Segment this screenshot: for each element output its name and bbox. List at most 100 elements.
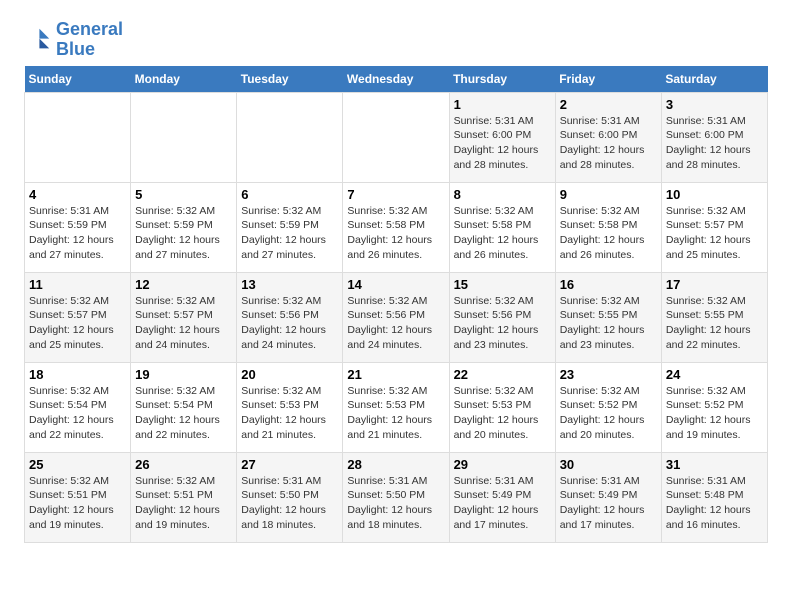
day-number: 16 — [560, 277, 657, 292]
day-number: 6 — [241, 187, 338, 202]
day-info: Sunrise: 5:32 AM Sunset: 5:56 PM Dayligh… — [241, 294, 338, 353]
calendar-cell: 14 Sunrise: 5:32 AM Sunset: 5:56 PM Dayli… — [343, 272, 449, 362]
day-info: Sunrise: 5:32 AM Sunset: 5:55 PM Dayligh… — [560, 294, 657, 353]
day-info: Sunrise: 5:31 AM Sunset: 5:49 PM Dayligh… — [454, 474, 551, 533]
calendar-cell — [343, 92, 449, 182]
day-info: Sunrise: 5:32 AM Sunset: 5:52 PM Dayligh… — [560, 384, 657, 443]
page-header: General Blue — [24, 20, 768, 60]
day-number: 18 — [29, 367, 126, 382]
calendar-cell: 1 Sunrise: 5:31 AM Sunset: 6:00 PM Daylig… — [449, 92, 555, 182]
day-number: 24 — [666, 367, 763, 382]
day-info: Sunrise: 5:32 AM Sunset: 5:53 PM Dayligh… — [347, 384, 444, 443]
calendar-cell: 20 Sunrise: 5:32 AM Sunset: 5:53 PM Dayli… — [237, 362, 343, 452]
calendar-cell — [131, 92, 237, 182]
calendar-cell: 9 Sunrise: 5:32 AM Sunset: 5:58 PM Daylig… — [555, 182, 661, 272]
day-number: 27 — [241, 457, 338, 472]
day-number: 5 — [135, 187, 232, 202]
weekday-header: Monday — [131, 66, 237, 93]
day-info: Sunrise: 5:31 AM Sunset: 5:48 PM Dayligh… — [666, 474, 763, 533]
calendar-cell: 4Sunrise: 5:31 AM Sunset: 5:59 PM Daylig… — [25, 182, 131, 272]
logo-icon — [24, 26, 52, 54]
day-info: Sunrise: 5:32 AM Sunset: 5:59 PM Dayligh… — [135, 204, 232, 263]
calendar-cell: 27 Sunrise: 5:31 AM Sunset: 5:50 PM Dayli… — [237, 452, 343, 542]
day-number: 23 — [560, 367, 657, 382]
day-info: Sunrise: 5:32 AM Sunset: 5:56 PM Dayligh… — [454, 294, 551, 353]
logo-text: General Blue — [56, 20, 123, 60]
calendar-cell: 30 Sunrise: 5:31 AM Sunset: 5:49 PM Dayli… — [555, 452, 661, 542]
calendar-cell: 6 Sunrise: 5:32 AM Sunset: 5:59 PM Daylig… — [237, 182, 343, 272]
day-number: 10 — [666, 187, 763, 202]
calendar-cell: 16 Sunrise: 5:32 AM Sunset: 5:55 PM Dayli… — [555, 272, 661, 362]
day-info: Sunrise: 5:32 AM Sunset: 5:51 PM Dayligh… — [135, 474, 232, 533]
calendar-table: SundayMondayTuesdayWednesdayThursdayFrid… — [24, 66, 768, 543]
calendar-week-row: 11 Sunrise: 5:32 AM Sunset: 5:57 PM Dayli… — [25, 272, 768, 362]
weekday-header: Thursday — [449, 66, 555, 93]
day-number: 21 — [347, 367, 444, 382]
day-number: 13 — [241, 277, 338, 292]
calendar-cell — [237, 92, 343, 182]
day-number: 8 — [454, 187, 551, 202]
calendar-cell: 29 Sunrise: 5:31 AM Sunset: 5:49 PM Dayli… — [449, 452, 555, 542]
day-number: 15 — [454, 277, 551, 292]
day-number: 1 — [454, 97, 551, 112]
day-info: Sunrise: 5:31 AM Sunset: 6:00 PM Dayligh… — [560, 114, 657, 173]
calendar-week-row: 4Sunrise: 5:31 AM Sunset: 5:59 PM Daylig… — [25, 182, 768, 272]
calendar-cell: 31 Sunrise: 5:31 AM Sunset: 5:48 PM Dayli… — [661, 452, 767, 542]
day-info: Sunrise: 5:32 AM Sunset: 5:53 PM Dayligh… — [241, 384, 338, 443]
weekday-header: Friday — [555, 66, 661, 93]
day-info: Sunrise: 5:32 AM Sunset: 5:58 PM Dayligh… — [560, 204, 657, 263]
day-info: Sunrise: 5:32 AM Sunset: 5:53 PM Dayligh… — [454, 384, 551, 443]
weekday-header: Wednesday — [343, 66, 449, 93]
day-number: 30 — [560, 457, 657, 472]
weekday-header: Tuesday — [237, 66, 343, 93]
calendar-cell: 12Sunrise: 5:32 AM Sunset: 5:57 PM Dayli… — [131, 272, 237, 362]
day-info: Sunrise: 5:32 AM Sunset: 5:56 PM Dayligh… — [347, 294, 444, 353]
calendar-cell: 26Sunrise: 5:32 AM Sunset: 5:51 PM Dayli… — [131, 452, 237, 542]
day-number: 31 — [666, 457, 763, 472]
day-info: Sunrise: 5:31 AM Sunset: 6:00 PM Dayligh… — [454, 114, 551, 173]
calendar-body: 1 Sunrise: 5:31 AM Sunset: 6:00 PM Daylig… — [25, 92, 768, 542]
day-info: Sunrise: 5:32 AM Sunset: 5:57 PM Dayligh… — [666, 204, 763, 263]
day-info: Sunrise: 5:32 AM Sunset: 5:54 PM Dayligh… — [135, 384, 232, 443]
calendar-week-row: 25Sunrise: 5:32 AM Sunset: 5:51 PM Dayli… — [25, 452, 768, 542]
calendar-header: SundayMondayTuesdayWednesdayThursdayFrid… — [25, 66, 768, 93]
calendar-cell: 19 Sunrise: 5:32 AM Sunset: 5:54 PM Dayli… — [131, 362, 237, 452]
day-number: 14 — [347, 277, 444, 292]
weekday-header: Saturday — [661, 66, 767, 93]
calendar-week-row: 18 Sunrise: 5:32 AM Sunset: 5:54 PM Dayli… — [25, 362, 768, 452]
day-number: 7 — [347, 187, 444, 202]
day-info: Sunrise: 5:32 AM Sunset: 5:58 PM Dayligh… — [454, 204, 551, 263]
calendar-cell: 3Sunrise: 5:31 AM Sunset: 6:00 PM Daylig… — [661, 92, 767, 182]
day-info: Sunrise: 5:32 AM Sunset: 5:59 PM Dayligh… — [241, 204, 338, 263]
day-info: Sunrise: 5:32 AM Sunset: 5:57 PM Dayligh… — [29, 294, 126, 353]
calendar-cell: 24Sunrise: 5:32 AM Sunset: 5:52 PM Dayli… — [661, 362, 767, 452]
calendar-cell: 18 Sunrise: 5:32 AM Sunset: 5:54 PM Dayli… — [25, 362, 131, 452]
day-info: Sunrise: 5:32 AM Sunset: 5:58 PM Dayligh… — [347, 204, 444, 263]
calendar-cell: 7 Sunrise: 5:32 AM Sunset: 5:58 PM Daylig… — [343, 182, 449, 272]
calendar-cell: 21 Sunrise: 5:32 AM Sunset: 5:53 PM Dayli… — [343, 362, 449, 452]
day-info: Sunrise: 5:31 AM Sunset: 5:49 PM Dayligh… — [560, 474, 657, 533]
calendar-cell: 17Sunrise: 5:32 AM Sunset: 5:55 PM Dayli… — [661, 272, 767, 362]
day-number: 12 — [135, 277, 232, 292]
weekday-header: Sunday — [25, 66, 131, 93]
day-number: 17 — [666, 277, 763, 292]
day-number: 9 — [560, 187, 657, 202]
calendar-cell: 23 Sunrise: 5:32 AM Sunset: 5:52 PM Dayli… — [555, 362, 661, 452]
day-number: 29 — [454, 457, 551, 472]
day-info: Sunrise: 5:31 AM Sunset: 5:59 PM Dayligh… — [29, 204, 126, 263]
calendar-cell: 15 Sunrise: 5:32 AM Sunset: 5:56 PM Dayli… — [449, 272, 555, 362]
calendar-week-row: 1 Sunrise: 5:31 AM Sunset: 6:00 PM Daylig… — [25, 92, 768, 182]
calendar-cell: 25Sunrise: 5:32 AM Sunset: 5:51 PM Dayli… — [25, 452, 131, 542]
day-number: 11 — [29, 277, 126, 292]
calendar-cell: 22Sunrise: 5:32 AM Sunset: 5:53 PM Dayli… — [449, 362, 555, 452]
day-info: Sunrise: 5:32 AM Sunset: 5:54 PM Dayligh… — [29, 384, 126, 443]
calendar-cell: 13 Sunrise: 5:32 AM Sunset: 5:56 PM Dayli… — [237, 272, 343, 362]
day-number: 19 — [135, 367, 232, 382]
day-number: 20 — [241, 367, 338, 382]
day-info: Sunrise: 5:32 AM Sunset: 5:51 PM Dayligh… — [29, 474, 126, 533]
day-info: Sunrise: 5:31 AM Sunset: 5:50 PM Dayligh… — [241, 474, 338, 533]
calendar-cell — [25, 92, 131, 182]
calendar-cell: 5 Sunrise: 5:32 AM Sunset: 5:59 PM Daylig… — [131, 182, 237, 272]
calendar-cell: 10 Sunrise: 5:32 AM Sunset: 5:57 PM Dayli… — [661, 182, 767, 272]
calendar-cell: 8 Sunrise: 5:32 AM Sunset: 5:58 PM Daylig… — [449, 182, 555, 272]
